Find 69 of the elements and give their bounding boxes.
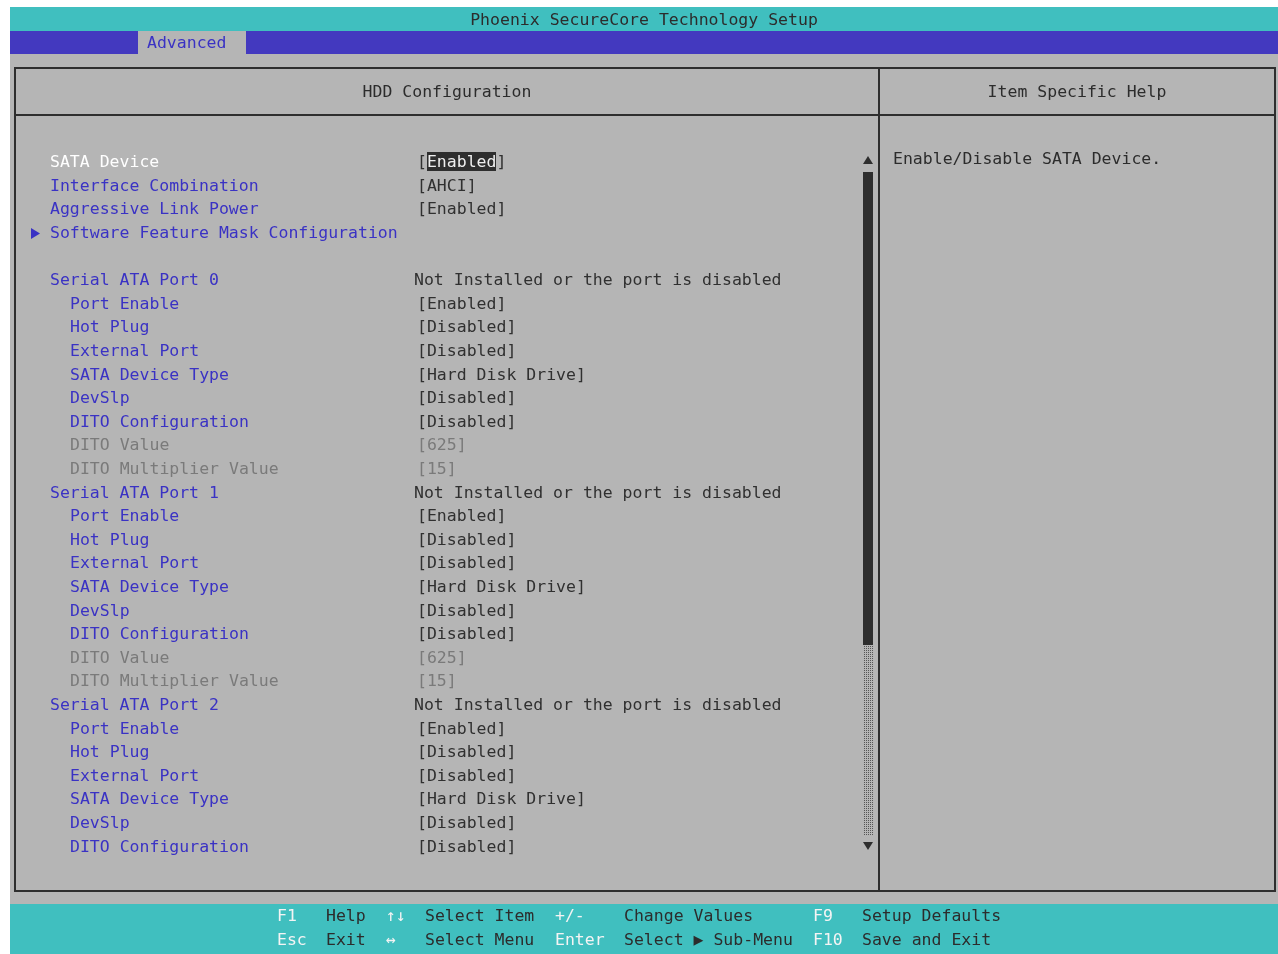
- setting-value[interactable]: [Disabled]: [417, 529, 517, 549]
- key-action: Select ▶ Sub-Menu: [624, 929, 794, 951]
- setting-value[interactable]: [Disabled]: [417, 411, 517, 431]
- setting-label[interactable]: Serial ATA Port 2: [48, 694, 221, 714]
- setting-label[interactable]: DITO Configuration: [68, 836, 251, 856]
- port-status: Not Installed or the port is disabled: [414, 270, 782, 290]
- port-status: Not Installed or the port is disabled: [414, 482, 782, 502]
- setting-label[interactable]: Aggressive Link Power: [48, 199, 261, 219]
- key-hint: ↑↓: [386, 906, 407, 927]
- key-action: Setup Defaults: [862, 906, 1003, 927]
- setting-value[interactable]: [Disabled]: [417, 624, 517, 644]
- setting-label[interactable]: SATA Device Type: [68, 789, 231, 809]
- help-text: Enable/Disable SATA Device.: [892, 148, 1163, 168]
- setting-label[interactable]: Port Enable: [68, 718, 182, 738]
- setting-label[interactable]: Software Feature Mask Configuration: [48, 223, 400, 243]
- setting-label[interactable]: Serial ATA Port 1: [48, 482, 221, 502]
- setting-label[interactable]: DITO Configuration: [68, 411, 251, 431]
- setting-label[interactable]: SATA Device Type: [68, 364, 231, 384]
- key-hint: F9: [813, 906, 834, 927]
- setting-label[interactable]: DevSlp: [68, 812, 132, 832]
- window-title: Phoenix SecureCore Technology Setup: [470, 9, 818, 29]
- key-action: Help: [326, 906, 367, 927]
- setting-label[interactable]: Hot Plug: [68, 317, 152, 337]
- key-action: Select Item: [425, 906, 536, 927]
- setting-value[interactable]: [Disabled]: [417, 812, 517, 832]
- key-hint: ↔: [386, 929, 397, 951]
- key-hint: +/-: [555, 906, 586, 927]
- setting-value[interactable]: [Disabled]: [417, 317, 517, 337]
- key-action: Select Menu: [425, 929, 536, 951]
- setting-value[interactable]: [Disabled]: [417, 742, 517, 762]
- setting-value[interactable]: [Disabled]: [417, 341, 517, 361]
- setting-label[interactable]: External Port: [68, 553, 202, 573]
- help-title: Item Specific Help: [987, 82, 1167, 101]
- panel-title: HDD Configuration: [362, 82, 532, 101]
- setting-value[interactable]: [AHCI]: [417, 175, 477, 195]
- setting-value[interactable]: [Hard Disk Drive]: [417, 364, 586, 384]
- setting-value[interactable]: [Disabled]: [417, 600, 517, 620]
- setting-label[interactable]: External Port: [68, 765, 202, 785]
- setting-label[interactable]: DevSlp: [68, 600, 132, 620]
- setting-label[interactable]: Hot Plug: [68, 742, 152, 762]
- port-status: Not Installed or the port is disabled: [414, 694, 782, 714]
- key-action: Change Values: [624, 906, 755, 927]
- setting-label[interactable]: Port Enable: [68, 293, 182, 313]
- setting-value[interactable]: [Enabled]: [417, 506, 507, 526]
- key-hint: F10: [813, 929, 844, 951]
- key-action: Exit: [326, 929, 367, 951]
- setting-value[interactable]: [Disabled]: [417, 765, 517, 785]
- setting-value[interactable]: [Enabled]: [417, 718, 507, 738]
- setting-label[interactable]: DITO Configuration: [68, 624, 251, 644]
- key-hint: F1: [277, 906, 298, 927]
- setting-value[interactable]: [Enabled]: [417, 293, 507, 313]
- setting-value[interactable]: [Disabled]: [417, 836, 517, 856]
- key-hint: Enter: [555, 929, 606, 951]
- key-hint: Esc: [277, 929, 308, 951]
- setting-label[interactable]: Interface Combination: [48, 175, 261, 195]
- setting-label[interactable]: Serial ATA Port 0: [48, 270, 221, 290]
- setting-label[interactable]: Port Enable: [68, 506, 182, 526]
- setting-value[interactable]: [Disabled]: [417, 553, 517, 573]
- setting-label[interactable]: Hot Plug: [68, 529, 152, 549]
- submenu-arrow-icon: [31, 227, 40, 239]
- menu-tab[interactable]: Advanced: [138, 31, 247, 54]
- setting-label[interactable]: SATA Device Type: [68, 577, 231, 596]
- setting-value[interactable]: [Hard Disk Drive]: [417, 789, 586, 809]
- setting-label[interactable]: DevSlp: [68, 388, 132, 408]
- key-action: Save and Exit: [862, 929, 993, 951]
- setting-label[interactable]: External Port: [68, 341, 202, 361]
- setting-value[interactable]: [Enabled]: [417, 199, 507, 219]
- setting-value[interactable]: [Disabled]: [417, 388, 517, 408]
- setting-value[interactable]: [Hard Disk Drive]: [417, 577, 586, 596]
